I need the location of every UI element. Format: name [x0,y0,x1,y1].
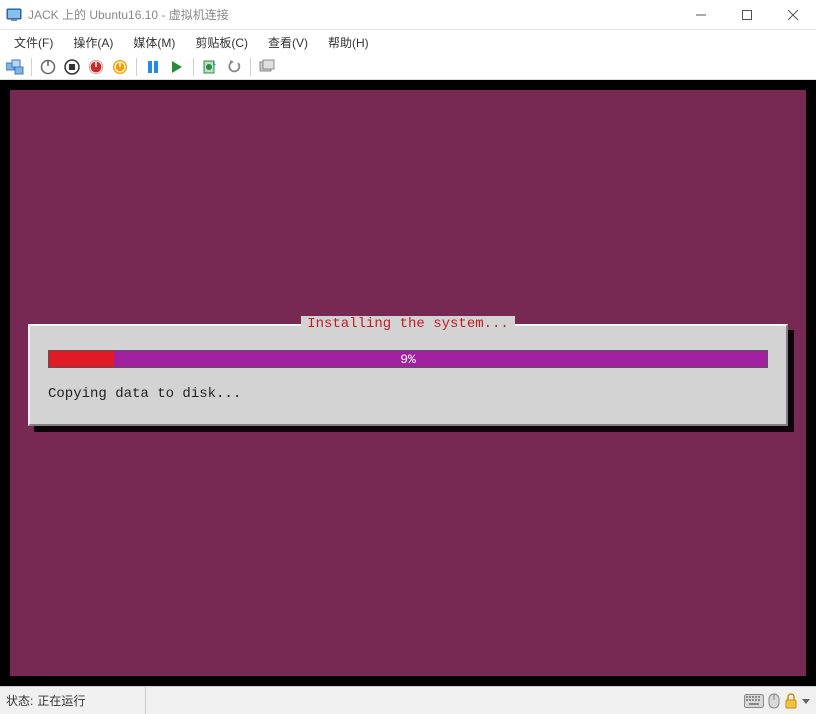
status-left: 状态: 正在运行 [6,692,85,709]
keyboard-icon [744,694,764,708]
status-value: 正在运行 [37,692,85,709]
status-icons [744,693,810,709]
window-title: JACK 上的 Ubuntu16.10 - 虚拟机连接 [28,6,678,23]
window-controls [678,0,816,30]
save-button[interactable] [109,56,131,78]
lock-icon [784,693,798,709]
reset-button[interactable] [166,56,188,78]
close-button[interactable] [770,0,816,30]
mouse-icon [768,693,780,709]
chevron-down-icon[interactable] [802,697,810,705]
separator [193,58,194,76]
guest-display-area[interactable]: Installing the system... 9% Copying data… [0,80,816,686]
separator [250,58,251,76]
ctrl-alt-del-button[interactable] [4,56,26,78]
start-button[interactable] [37,56,59,78]
menu-help[interactable]: 帮助(H) [320,32,377,53]
separator [31,58,32,76]
statusbar-separator [145,687,146,714]
status-label: 状态: [6,692,33,709]
checkpoint-button[interactable] [199,56,221,78]
separator [136,58,137,76]
installer-title-bar: Installing the system... [30,316,786,332]
statusbar: 状态: 正在运行 [0,686,816,714]
menu-media[interactable]: 媒体(M) [125,32,183,53]
installer-dialog: Installing the system... 9% Copying data… [28,324,788,426]
menu-file[interactable]: 文件(F) [6,32,61,53]
ubuntu-screen: Installing the system... 9% Copying data… [10,90,806,676]
progress-text: 9% [49,352,767,367]
installer-title: Installing the system... [301,316,515,332]
turnoff-button[interactable] [61,56,83,78]
menubar: 文件(F) 操作(A) 媒体(M) 剪贴板(C) 查看(V) 帮助(H) [0,30,816,54]
minimize-button[interactable] [678,0,724,30]
menu-action[interactable]: 操作(A) [65,32,121,53]
titlebar: JACK 上的 Ubuntu16.10 - 虚拟机连接 [0,0,816,30]
menu-clipboard[interactable]: 剪贴板(C) [187,32,256,53]
menu-view[interactable]: 查看(V) [260,32,316,53]
app-icon [6,7,22,23]
shutdown-button[interactable] [85,56,107,78]
vm-connection-window: JACK 上的 Ubuntu16.10 - 虚拟机连接 文件(F) 操作(A) … [0,0,816,714]
pause-button[interactable] [142,56,164,78]
progress-bar: 9% [48,350,768,368]
toolbar [0,54,816,80]
revert-button[interactable] [223,56,245,78]
maximize-button[interactable] [724,0,770,30]
installer-status: Copying data to disk... [48,386,768,402]
enhanced-session-button[interactable] [256,56,278,78]
